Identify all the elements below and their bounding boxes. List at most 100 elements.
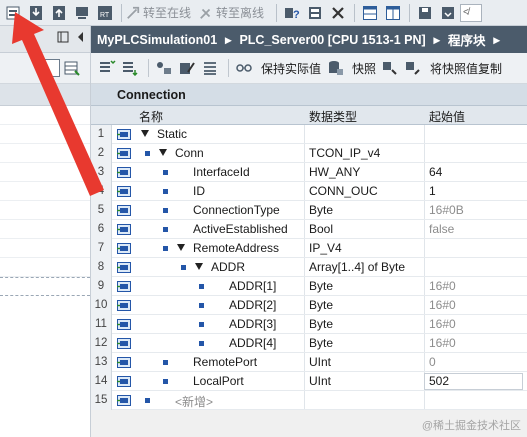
left-panel-row[interactable] [0,220,90,239]
variable-name[interactable]: RemotePort [193,355,257,369]
row-number[interactable]: 8 [91,258,112,277]
row-number[interactable]: 5 [91,201,112,220]
load-layout-icon[interactable] [437,3,459,23]
column-header-start-value[interactable]: 起始值 [429,108,465,125]
variable-name[interactable]: <新增> [175,393,213,410]
data-type-cell[interactable]: IP_V4 [309,241,342,255]
row-number[interactable]: 15 [91,391,112,410]
row-number[interactable]: 4 [91,182,112,201]
split-horizontal-icon[interactable] [359,3,381,23]
left-panel-row[interactable] [0,201,90,220]
go-offline-button[interactable]: 转至离线 [199,4,264,21]
data-type-cell[interactable]: TCON_IP_v4 [309,146,380,160]
expand-all-icon[interactable] [154,59,174,77]
table-row[interactable]: 13 RemotePort UInt 0 [91,353,527,372]
variable-name[interactable]: ADDR [211,260,245,274]
data-type-cell[interactable]: UInt [309,355,331,369]
start-value-cell[interactable]: 64 [429,165,442,179]
table-row[interactable]: 9 ADDR[1] Byte 16#0 [91,277,527,296]
table-row[interactable]: 8 ADDR Array[1..4] of Byte [91,258,527,277]
column-header-datatype[interactable]: 数据类型 [309,108,357,125]
breadcrumb-program-blocks[interactable]: 程序块 [448,30,486,49]
expand-toggle-icon[interactable] [177,244,185,251]
start-value-cell[interactable]: 0 [429,355,436,369]
data-type-cell[interactable]: CONN_OUC [309,184,378,198]
variable-name[interactable]: InterfaceId [193,165,250,179]
data-type-cell[interactable]: Bool [309,222,333,236]
left-panel-row[interactable] [0,144,90,163]
variable-name[interactable]: ADDR[3] [229,317,276,331]
row-number[interactable]: 3 [91,163,112,182]
panel-view-icon[interactable] [42,59,60,77]
data-type-cell[interactable]: Byte [309,279,333,293]
left-panel-row[interactable] [0,125,90,144]
row-number[interactable]: 1 [91,125,112,144]
insert-row-icon[interactable] [97,59,117,77]
variable-name[interactable]: RemoteAddress [193,241,279,255]
variable-name[interactable]: Conn [175,146,204,160]
data-type-cell[interactable]: Byte [309,317,333,331]
cross-reference-icon[interactable] [304,3,326,23]
variable-name[interactable]: LocalPort [193,374,244,388]
table-row[interactable]: 7 RemoteAddress IP_V4 [91,239,527,258]
left-panel-row[interactable] [0,163,90,182]
table-row[interactable]: 1 Static [91,125,527,144]
left-panel-row[interactable] [0,258,90,277]
add-row-icon[interactable] [120,59,140,77]
download-icon[interactable] [25,3,47,23]
table-row[interactable]: 3 InterfaceId HW_ANY 64 [91,163,527,182]
table-row[interactable]: 11 ADDR[3] Byte 16#0 [91,315,527,334]
start-value-input[interactable]: 502 [424,373,523,390]
table-row[interactable]: 12 ADDR[4] Byte 16#0 [91,334,527,353]
variable-name[interactable]: ActiveEstablished [193,222,288,236]
data-type-cell[interactable]: Byte [309,203,333,217]
collapse-panel-icon[interactable] [74,31,88,45]
table-row[interactable]: 6 ActiveEstablished Bool false [91,220,527,239]
toolbar-search-input[interactable]: ≮ [460,3,483,22]
panel-layout-icon[interactable] [56,31,70,45]
expand-toggle-icon[interactable] [141,130,149,137]
row-number[interactable]: 9 [91,277,112,296]
upload-icon[interactable] [48,3,70,23]
start-value-cell[interactable]: 16#0B [429,203,464,217]
save-layout-icon[interactable] [414,3,436,23]
table-row[interactable]: 4 ID CONN_OUC 1 [91,182,527,201]
database-icon[interactable] [325,59,345,77]
breadcrumb-project[interactable]: MyPLCSimulation01 [97,33,217,47]
split-vertical-icon[interactable] [382,3,404,23]
start-value-cell[interactable]: 16#0 [429,336,456,350]
variable-name[interactable]: ADDR[1] [229,279,276,293]
variable-name[interactable]: ConnectionType [193,203,280,217]
row-number[interactable]: 14 [91,372,112,391]
start-value-cell[interactable]: 16#0 [429,298,456,312]
left-panel-row[interactable] [0,239,90,258]
left-panel-row[interactable] [0,106,90,125]
variable-name[interactable]: ID [193,184,205,198]
table-row[interactable]: 2 Conn TCON_IP_v4 [91,144,527,163]
data-type-cell[interactable]: Byte [309,336,333,350]
left-panel-row-selected[interactable] [0,277,90,296]
start-value-cell[interactable]: 16#0 [429,279,456,293]
table-row[interactable]: 14 LocalPort UInt 502 [91,372,527,391]
rt-icon[interactable]: RT [94,3,116,23]
monitor-icon[interactable] [71,3,93,23]
data-type-cell[interactable]: Array[1..4] of Byte [309,260,405,274]
row-number[interactable]: 13 [91,353,112,372]
left-panel-row[interactable] [0,182,90,201]
snapshot-to-start-icon[interactable] [380,59,400,77]
block-icon[interactable] [2,3,24,23]
row-number[interactable]: 12 [91,334,112,353]
variable-name[interactable]: ADDR[2] [229,298,276,312]
start-value-cell[interactable]: false [429,222,454,236]
expand-toggle-icon[interactable] [195,263,203,270]
panel-table-icon[interactable] [63,59,81,77]
column-header-name[interactable]: 名称 [139,108,163,125]
row-number[interactable]: 10 [91,296,112,315]
keep-actual-values-button[interactable]: 保持实际值 [261,60,321,77]
copy-snapshot-button[interactable]: 将快照值复制 [430,60,502,77]
row-number[interactable]: 11 [91,315,112,334]
glasses-icon[interactable] [234,59,254,77]
close-icon[interactable] [327,3,349,23]
load-snapshot-icon[interactable] [403,59,423,77]
table-row[interactable]: 10 ADDR[2] Byte 16#0 [91,296,527,315]
